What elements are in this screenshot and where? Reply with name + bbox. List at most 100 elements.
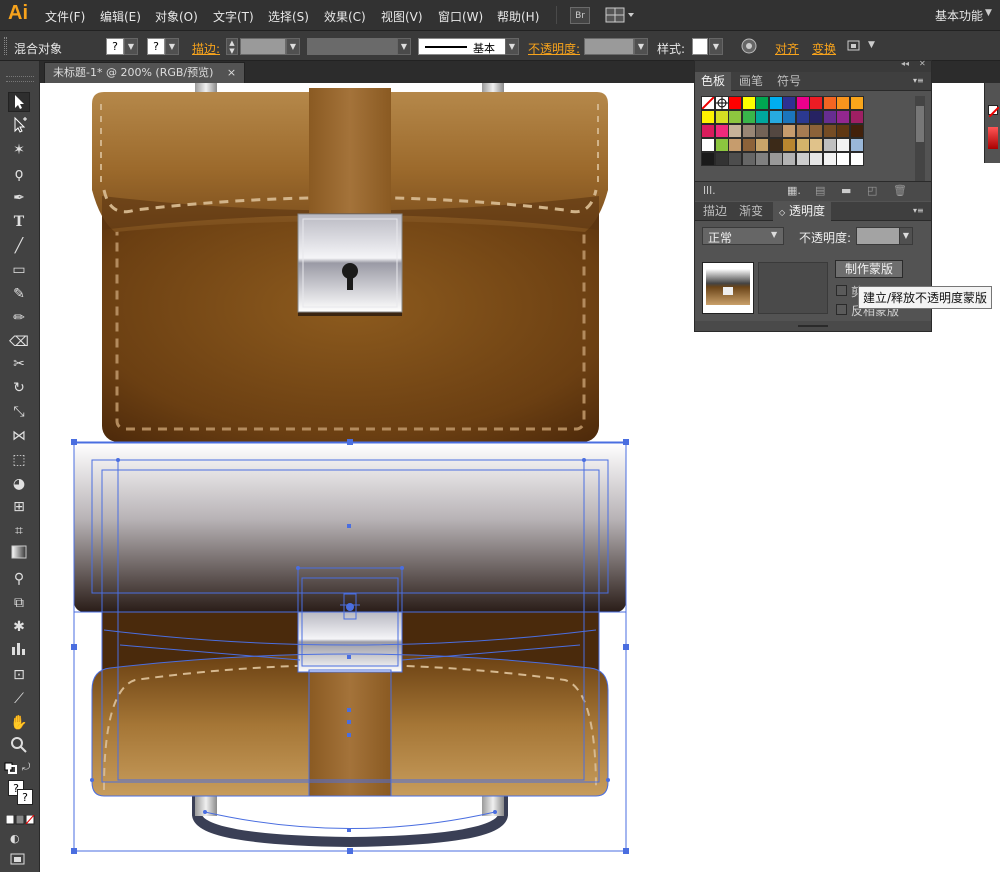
lasso-icon[interactable]: ϙ (8, 164, 30, 184)
color-swatch[interactable] (728, 110, 742, 124)
menu-type[interactable]: 文字(T) (213, 8, 254, 25)
tab-transparency[interactable]: ◇ 透明度 (773, 202, 831, 221)
magic-wand-icon[interactable]: ✶ (8, 140, 30, 160)
tab-brushes[interactable]: 画笔 (733, 72, 769, 91)
workspace-switcher[interactable]: 基本功能 (935, 7, 983, 24)
fill-swatch[interactable]: ? (106, 38, 124, 55)
color-swatch[interactable] (782, 110, 796, 124)
color-swatch[interactable] (768, 96, 783, 110)
line-tool-icon[interactable]: ╱ (8, 236, 30, 256)
variable-width-dropdown[interactable]: ▼ (397, 38, 411, 55)
transform-link[interactable]: 变换 (812, 40, 836, 57)
shape-builder-icon[interactable]: ◕ (8, 474, 30, 494)
transparency-opacity-dropdown[interactable]: ▼ (899, 227, 913, 245)
color-swatch[interactable] (714, 124, 729, 138)
tab-symbols[interactable]: 符号 (771, 72, 807, 91)
control-bar-grip[interactable] (4, 37, 7, 55)
color-swatch[interactable] (741, 110, 756, 124)
color-swatch[interactable] (768, 124, 783, 138)
panel-close-icon[interactable]: ✕ (919, 59, 926, 68)
none-swatch-icon[interactable] (701, 96, 715, 110)
document-tab[interactable]: 未标题-1* @ 200% (RGB/预览) × (44, 62, 246, 83)
color-swatch[interactable] (714, 138, 729, 152)
swatch-libraries-icon[interactable]: lll. (703, 184, 716, 197)
default-fill-stroke-icon[interactable] (4, 762, 18, 774)
draw-mode-icon[interactable]: ◐ (10, 832, 26, 846)
brush-definition[interactable]: 基本 (418, 38, 506, 55)
chevron-down-icon[interactable]: ▼ (985, 8, 992, 18)
column-graph-icon[interactable] (8, 641, 30, 661)
no-fill-swatch-icon[interactable] (988, 105, 1000, 118)
isolate-object-icon[interactable] (846, 38, 862, 54)
new-swatch-icon[interactable]: ◰ (867, 184, 877, 197)
transparency-menu-icon[interactable]: ▾≡ (913, 206, 924, 215)
align-link[interactable]: 对齐 (775, 40, 799, 57)
paintbrush-icon[interactable]: ✎ (8, 284, 30, 304)
pencil-icon[interactable]: ✏ (8, 308, 30, 328)
perspective-grid-icon[interactable]: ⊞ (8, 497, 30, 517)
symbol-sprayer-icon[interactable]: ✱ (8, 617, 30, 637)
artboard-tool-icon[interactable]: ⊡ (8, 665, 30, 685)
color-swatch[interactable] (755, 138, 769, 152)
menu-file[interactable]: 文件(F) (45, 8, 85, 25)
panel-resize-handle[interactable] (695, 321, 931, 331)
color-swatch[interactable] (822, 124, 837, 138)
color-swatch[interactable] (782, 124, 796, 138)
color-swatch[interactable] (822, 96, 837, 110)
menu-select[interactable]: 选择(S) (268, 8, 309, 25)
color-swatch[interactable] (849, 96, 864, 110)
mask-thumbnail-slot[interactable] (758, 262, 828, 314)
stroke-weight-link[interactable]: 描边: (192, 40, 220, 57)
panel-collapse-icon[interactable]: ◂◂ (901, 59, 909, 68)
color-swatch[interactable] (849, 124, 864, 138)
transparency-opacity-input[interactable] (856, 227, 900, 245)
eraser-icon[interactable]: ⌫ (8, 332, 30, 352)
panel-titlebar[interactable]: ◂◂ ✕ (695, 59, 931, 72)
slice-tool-icon[interactable]: ⟋ (8, 689, 30, 709)
color-swatch[interactable] (755, 124, 769, 138)
color-mode-icons[interactable] (5, 814, 36, 825)
color-swatch[interactable] (728, 152, 742, 166)
swatch-kinds-icon[interactable]: ▦. (787, 184, 801, 197)
tools-grip[interactable] (6, 76, 34, 82)
color-swatch[interactable] (809, 152, 823, 166)
color-swatch[interactable] (822, 110, 837, 124)
type-tool-icon[interactable]: T (8, 212, 30, 232)
mesh-tool-icon[interactable]: ⌗ (8, 521, 30, 541)
graphic-style-dropdown[interactable]: ▼ (709, 38, 723, 55)
scale-tool-icon[interactable]: ⤡ (8, 402, 30, 422)
menu-effect[interactable]: 效果(C) (324, 8, 366, 25)
eyedropper-icon[interactable]: ⚲ (8, 569, 30, 589)
stroke-swatch[interactable]: ? (147, 38, 165, 55)
color-swatch[interactable] (714, 110, 729, 124)
gradient-tool-icon[interactable] (8, 545, 30, 565)
invert-mask-checkbox[interactable] (836, 304, 847, 315)
stroke-dropdown-arrow[interactable]: ▼ (165, 38, 179, 55)
tab-swatches[interactable]: 色板 (695, 72, 732, 91)
rectangle-tool-icon[interactable]: ▭ (8, 260, 30, 280)
color-swatch[interactable] (741, 138, 756, 152)
color-swatch[interactable] (782, 96, 796, 110)
opacity-link[interactable]: 不透明度: (528, 40, 580, 57)
brush-dropdown[interactable]: ▼ (505, 38, 519, 55)
rotate-tool-icon[interactable]: ↻ (8, 378, 30, 398)
docked-panel-strip[interactable] (984, 83, 1000, 163)
menu-help[interactable]: 帮助(H) (497, 8, 539, 25)
swatch-scroll-thumb[interactable] (916, 106, 924, 142)
color-swatch[interactable] (741, 96, 756, 110)
color-swatch[interactable] (795, 96, 810, 110)
color-swatch[interactable] (849, 138, 864, 152)
opacity-input[interactable] (584, 38, 634, 55)
panel-menu-icon[interactable]: ▾≡ (913, 76, 924, 85)
pen-tool-icon[interactable]: ✒ (8, 188, 30, 208)
color-swatch[interactable] (836, 124, 850, 138)
color-swatch[interactable] (768, 110, 783, 124)
swatch-grid[interactable] (701, 96, 913, 182)
color-swatch[interactable] (741, 124, 756, 138)
zoom-tool-icon[interactable] (8, 737, 30, 757)
color-swatch[interactable] (728, 96, 742, 110)
clip-checkbox[interactable] (836, 285, 847, 296)
color-swatch[interactable] (822, 138, 837, 152)
color-swatch[interactable] (795, 124, 810, 138)
menu-view[interactable]: 视图(V) (381, 8, 423, 25)
